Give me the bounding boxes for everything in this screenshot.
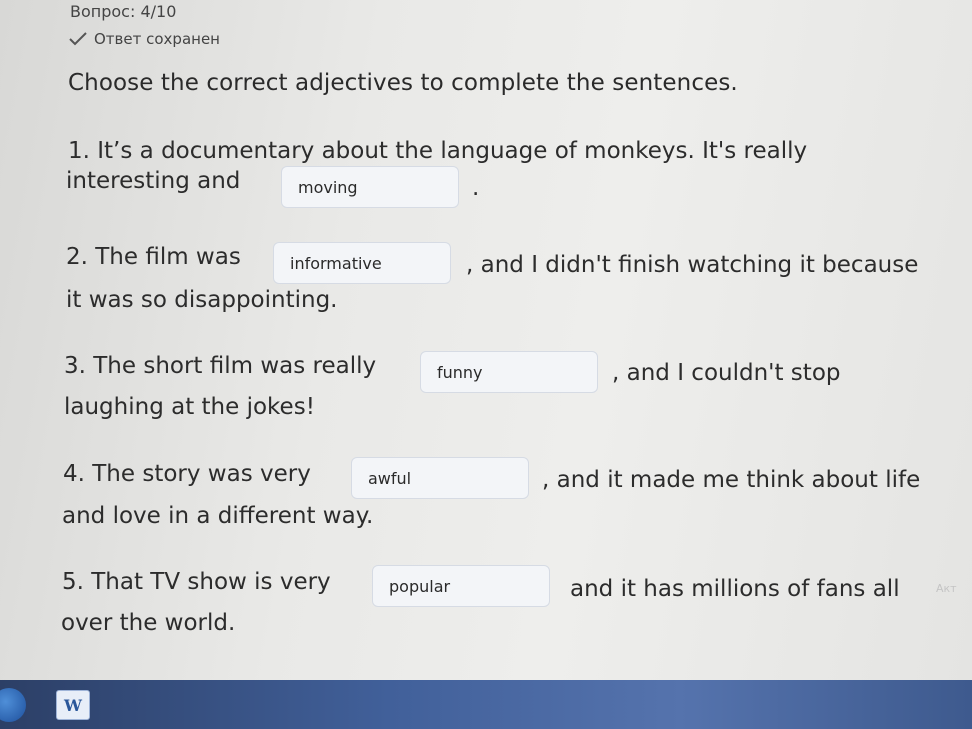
question-5-continuation: and it has millions of fans all [570, 576, 900, 602]
instructions: Choose the correct adjectives to complet… [68, 70, 738, 96]
answer-select-3[interactable]: funny [420, 351, 598, 393]
question-3-continuation: , and I couldn't stop [612, 360, 841, 386]
question-5-text: 5. That TV show is very [62, 569, 331, 595]
question-4-text-line2: and love in a different way. [62, 503, 374, 529]
answer-select-1-value: moving [298, 177, 358, 197]
answer-select-5[interactable]: popular [372, 565, 550, 607]
question-4-continuation: , and it made me think about life [542, 467, 921, 493]
question-2-continuation: , and I didn't finish watching it becaus… [466, 252, 919, 278]
answer-select-2-value: informative [290, 253, 382, 273]
question-counter: Вопрос: 4/10 [70, 2, 177, 21]
answer-select-2[interactable]: informative [273, 242, 451, 284]
word-app-icon[interactable]: W [56, 690, 90, 720]
word-icon-label: W [64, 695, 82, 715]
question-1-text: 1. It’s a documentary about the language… [68, 138, 808, 164]
saved-status-label: Ответ сохранен [94, 30, 220, 48]
question-5-text-line2: over the world. [61, 610, 236, 636]
question-2-text-line2: it was so disappointing. [66, 287, 338, 313]
answer-select-4[interactable]: awful [351, 457, 529, 499]
question-3-text: 3. The short film was really [64, 353, 377, 379]
question-3-text-line2: laughing at the jokes! [64, 394, 315, 420]
activation-watermark: Акт [936, 582, 957, 595]
question-4-text: 4. The story was very [63, 461, 311, 487]
answer-select-1[interactable]: moving [281, 166, 459, 208]
saved-status: Ответ сохранен [68, 30, 220, 48]
taskbar: W [0, 680, 972, 729]
answer-select-4-value: awful [368, 468, 412, 488]
question-1-text-line2: interesting and [66, 168, 241, 194]
answer-select-3-value: funny [437, 362, 483, 382]
start-button[interactable] [0, 688, 26, 722]
checkmark-icon [69, 32, 87, 46]
question-2-text: 2. The film was [66, 244, 241, 270]
quiz-page: Вопрос: 4/10 Ответ сохранен Choose the c… [0, 0, 972, 729]
answer-select-5-value: popular [389, 576, 451, 596]
question-1-ending: . [472, 175, 480, 201]
